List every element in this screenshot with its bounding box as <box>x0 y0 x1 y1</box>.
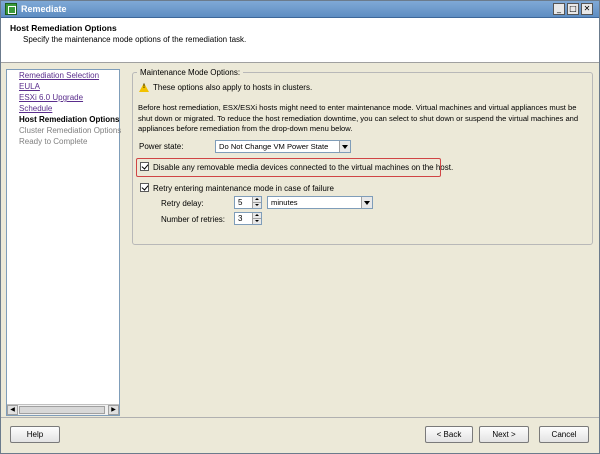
maximize-button[interactable]: □ <box>567 3 579 15</box>
page-title: Host Remediation Options <box>10 23 117 33</box>
warning-text: These options also apply to hosts in clu… <box>153 83 313 92</box>
title-bar[interactable]: Remediate _ □ ✕ <box>1 1 599 18</box>
wizard-footer: Help < Back Next > Cancel <box>1 417 599 453</box>
minimize-button[interactable]: _ <box>553 3 565 15</box>
retry-label: Retry entering maintenance mode in case … <box>153 184 334 193</box>
chevron-down-icon[interactable] <box>361 197 372 208</box>
spinner-down-icon[interactable] <box>252 202 261 208</box>
help-button[interactable]: Help <box>10 426 60 443</box>
description-text: Before host remediation, ESX/ESXi hosts … <box>138 103 579 133</box>
nav-item-host-remediation-options: Host Remediation Options <box>19 115 120 124</box>
wizard-steps-nav: Remediation Selection EULA ESXi 6.0 Upgr… <box>6 69 122 416</box>
content-panel: Maintenance Mode Options: ! These option… <box>125 63 599 417</box>
next-button[interactable]: Next > <box>479 426 529 443</box>
scroll-left-icon[interactable]: ◀ <box>7 405 18 415</box>
cancel-button[interactable]: Cancel <box>539 426 589 443</box>
nav-item-ready-to-complete: Ready to Complete <box>19 137 88 146</box>
nav-item-schedule[interactable]: Schedule <box>19 104 52 113</box>
annotation-highlight-box <box>136 158 441 177</box>
group-legend: Maintenance Mode Options: <box>137 68 244 77</box>
nav-horizontal-scrollbar[interactable]: ◀ ▶ <box>7 404 119 415</box>
back-button[interactable]: < Back <box>425 426 473 443</box>
power-state-label: Power state: <box>139 142 184 151</box>
scroll-thumb[interactable] <box>19 406 105 414</box>
retries-spinner[interactable]: 3 <box>234 212 262 225</box>
warning-icon: ! <box>139 83 149 92</box>
page-subtitle: Specify the maintenance mode options of … <box>23 35 247 44</box>
retry-delay-value: 5 <box>238 198 243 207</box>
retry-delay-spinner[interactable]: 5 <box>234 196 262 209</box>
remediate-window: Remediate _ □ ✕ Host Remediation Options… <box>0 0 600 454</box>
nav-item-eula[interactable]: EULA <box>19 82 40 91</box>
retry-delay-unit-select[interactable]: minutes <box>267 196 373 209</box>
spinner-down-icon[interactable] <box>252 218 261 224</box>
retry-delay-label: Retry delay: <box>161 199 204 208</box>
power-state-value: Do Not Change VM Power State <box>219 142 329 151</box>
nav-item-remediation-selection[interactable]: Remediation Selection <box>19 71 99 80</box>
chevron-down-icon[interactable] <box>339 141 350 152</box>
app-icon <box>5 3 17 15</box>
retry-row[interactable]: Retry entering maintenance mode in case … <box>140 183 334 193</box>
window-title: Remediate <box>21 4 67 14</box>
nav-item-esxi-upgrade[interactable]: ESXi 6.0 Upgrade <box>19 93 83 102</box>
power-state-select[interactable]: Do Not Change VM Power State <box>215 140 351 153</box>
retries-label: Number of retries: <box>161 215 226 224</box>
scroll-right-icon[interactable]: ▶ <box>108 405 119 415</box>
nav-item-cluster-remediation-options: Cluster Remediation Options <box>19 126 122 135</box>
wizard-header: Host Remediation Options Specify the mai… <box>1 18 599 63</box>
retry-checkbox[interactable] <box>140 183 149 193</box>
retry-delay-unit-value: minutes <box>271 198 298 207</box>
retries-value: 3 <box>238 214 243 223</box>
close-button[interactable]: ✕ <box>581 3 593 15</box>
